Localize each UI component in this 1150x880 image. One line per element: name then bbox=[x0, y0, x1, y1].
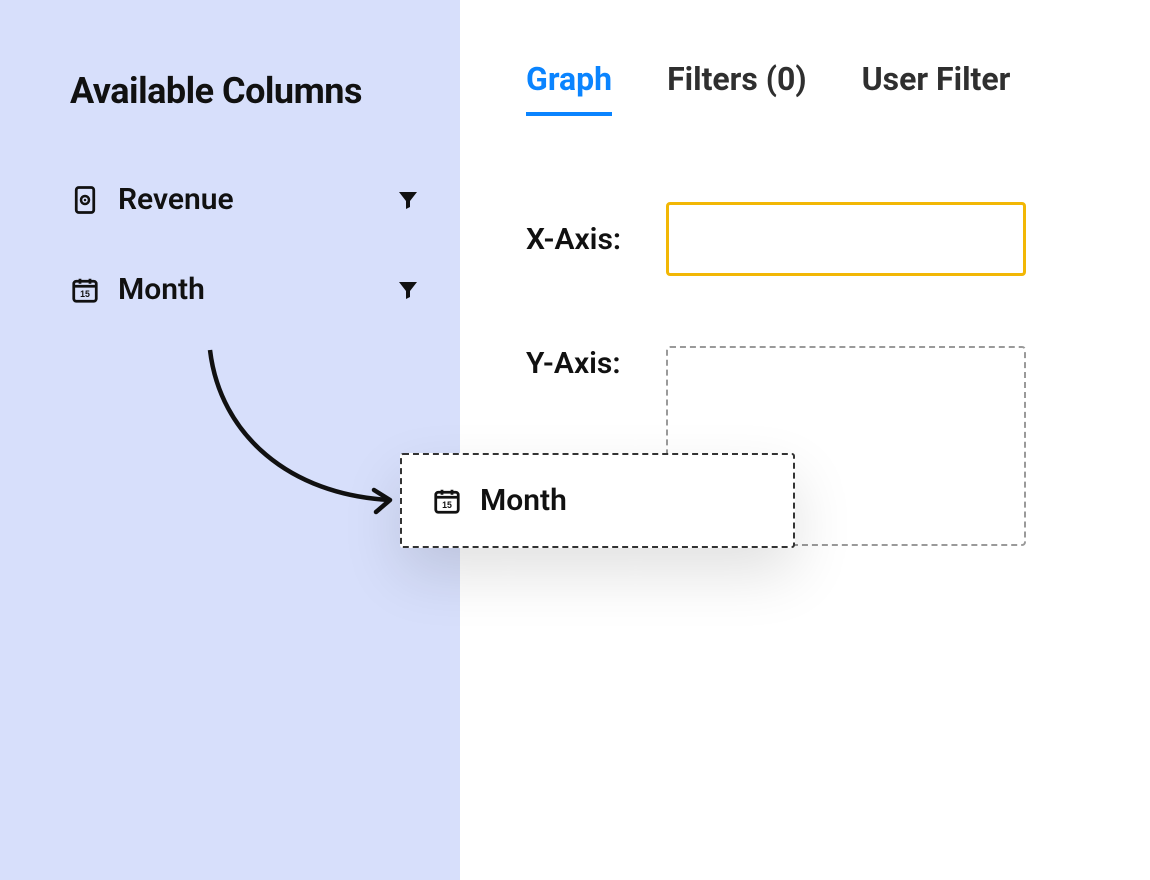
available-columns-title: Available Columns bbox=[70, 70, 420, 112]
svg-text:15: 15 bbox=[442, 499, 452, 509]
available-columns-panel: Available Columns Revenue bbox=[0, 0, 460, 880]
y-axis-label: Y-Axis: bbox=[526, 346, 646, 381]
filter-icon[interactable] bbox=[396, 188, 420, 212]
filter-icon[interactable] bbox=[396, 278, 420, 302]
drag-ghost-label: Month bbox=[480, 483, 567, 518]
column-item-month-label: Month bbox=[118, 272, 205, 307]
x-axis-dropzone[interactable] bbox=[666, 202, 1026, 276]
column-item-revenue[interactable]: Revenue bbox=[70, 182, 420, 217]
svg-text:15: 15 bbox=[80, 288, 90, 298]
x-axis-row: X-Axis: bbox=[500, 202, 1090, 276]
app-root: Available Columns Revenue bbox=[0, 0, 1150, 880]
money-icon bbox=[70, 185, 100, 215]
tab-filters[interactable]: Filters (0) bbox=[667, 60, 807, 112]
tab-graph[interactable]: Graph bbox=[526, 60, 612, 116]
calendar-icon: 15 bbox=[432, 486, 462, 516]
tab-user-filter[interactable]: User Filter bbox=[862, 60, 1011, 112]
column-item-month[interactable]: 15 Month bbox=[70, 272, 420, 307]
config-tabs: Graph Filters (0) User Filter bbox=[500, 60, 1090, 112]
calendar-icon: 15 bbox=[70, 275, 100, 305]
column-item-month-left: 15 Month bbox=[70, 272, 205, 307]
column-item-revenue-left: Revenue bbox=[70, 182, 234, 217]
column-item-revenue-label: Revenue bbox=[118, 182, 234, 217]
drag-ghost-month[interactable]: 15 Month bbox=[400, 453, 795, 548]
config-panel: Graph Filters (0) User Filter X-Axis: Y-… bbox=[460, 0, 1150, 880]
x-axis-label: X-Axis: bbox=[526, 222, 646, 257]
